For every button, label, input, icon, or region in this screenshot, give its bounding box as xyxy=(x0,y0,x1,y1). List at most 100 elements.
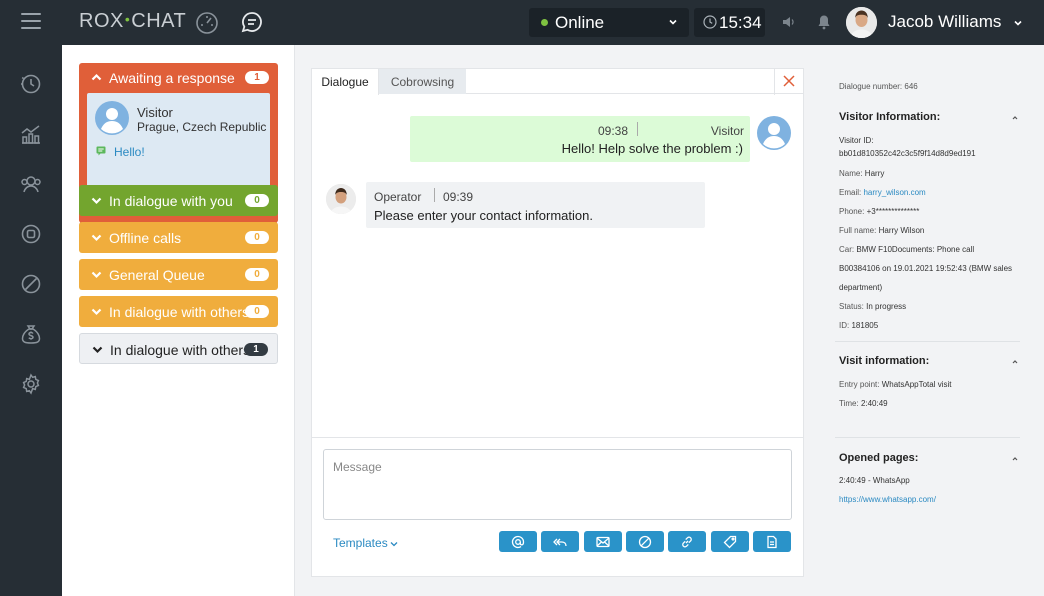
block-icon xyxy=(638,535,652,549)
opened-pages-title[interactable]: Opened pages: xyxy=(839,452,918,464)
opened-page-url[interactable]: https://www.whatsapp.com/ xyxy=(839,495,936,504)
chevron-down-icon xyxy=(91,308,102,316)
chevron-up-icon[interactable] xyxy=(1011,114,1019,122)
info-entry-row: Entry point: WhatsAppTotal visit xyxy=(839,380,952,389)
clock-icon xyxy=(703,15,717,29)
chevron-down-icon xyxy=(669,19,677,25)
queue-title: General Queue xyxy=(109,267,205,283)
link-icon xyxy=(682,536,692,548)
info-phone-row: Phone: +3************** xyxy=(839,207,920,216)
queue-count-badge: 0 xyxy=(245,231,269,244)
history-icon[interactable] xyxy=(20,73,42,95)
queue-panel: Awaiting a response 1 Visitor Prague, Cz… xyxy=(62,45,295,596)
templates-label: Templates xyxy=(333,536,388,550)
queue-in-dialogue-with-you[interactable]: In dialogue with you 0 xyxy=(79,185,278,216)
shift-clock: 15:34 xyxy=(694,8,765,37)
ban-icon[interactable] xyxy=(20,273,42,295)
queue-general[interactable]: General Queue 0 xyxy=(79,259,278,290)
visitor-id: bb01d810352c42c3c5f9f14d8d9ed191 xyxy=(839,149,976,158)
queue-in-dialogue-with-others[interactable]: In dialogue with others 0 xyxy=(79,296,278,327)
gear-icon[interactable] xyxy=(20,373,42,395)
online-dot xyxy=(541,19,548,26)
templates-dropdown[interactable]: Templates xyxy=(333,536,398,550)
chevron-down-icon xyxy=(92,346,103,354)
dialogue-panel: Dialogue Cobrowsing 09:38 Visitor Hello!… xyxy=(311,68,804,577)
bell-icon[interactable] xyxy=(817,14,831,30)
queue-title: In dialogue with you xyxy=(109,193,233,209)
logo: ROX•CHAT xyxy=(79,10,187,32)
document-icon xyxy=(767,535,777,549)
chat-icon[interactable] xyxy=(240,10,264,34)
info-car-line2: B00384106 on 19.01.2021 19:52:43 (BMW sa… xyxy=(839,264,1013,273)
info-name-row: Name: Harry xyxy=(839,169,885,178)
chevron-up-icon[interactable] xyxy=(1011,455,1019,463)
chevron-down-icon[interactable] xyxy=(1013,18,1023,28)
email-button[interactable] xyxy=(584,531,622,552)
queue-count-badge: 1 xyxy=(244,343,268,356)
info-car-line3: department) xyxy=(839,283,883,292)
document-button[interactable] xyxy=(753,531,791,552)
queue-title: In dialogue with others xyxy=(109,304,250,320)
divider xyxy=(312,437,803,438)
operator-avatar xyxy=(326,184,356,214)
visitor-id-label: Visitor ID: xyxy=(839,136,874,145)
message-sender: Operator xyxy=(374,190,422,204)
left-nav xyxy=(0,45,62,596)
message-icon xyxy=(96,146,106,156)
chevron-up-icon[interactable] xyxy=(1011,358,1019,366)
info-time-row: Time: 2:40:49 xyxy=(839,399,888,408)
at-icon xyxy=(511,535,525,549)
menu-icon[interactable] xyxy=(21,13,41,30)
tag-button[interactable] xyxy=(711,531,749,552)
stop-circle-icon[interactable] xyxy=(20,223,42,245)
message-time: 09:39 xyxy=(443,190,474,204)
visitor-avatar-icon xyxy=(757,116,791,150)
chevron-down-icon xyxy=(91,197,102,205)
sound-icon[interactable] xyxy=(781,14,797,30)
info-id-row: ID: 181805 xyxy=(839,321,879,330)
speedometer-icon[interactable] xyxy=(195,11,219,35)
queue-count-badge: 0 xyxy=(245,268,269,281)
queue-offline-calls[interactable]: Offline calls 0 xyxy=(79,222,278,253)
info-email-row: Email: harry_wilson.com xyxy=(839,188,926,197)
block-button[interactable] xyxy=(626,531,664,552)
dialogue-number: Dialogue number: 646 xyxy=(839,82,918,91)
mention-button[interactable] xyxy=(499,531,537,552)
visitor-message: 09:38 Visitor Hello! Help solve the prob… xyxy=(410,116,750,162)
top-bar: ROX•CHAT Online 15:34 Jacob Williams xyxy=(0,0,1044,45)
message-input[interactable] xyxy=(323,449,792,520)
tab-dialogue[interactable]: Dialogue xyxy=(312,69,379,95)
user-name[interactable]: Jacob Williams xyxy=(888,12,1001,32)
money-bag-icon[interactable] xyxy=(20,323,42,345)
visit-info-title[interactable]: Visit information: xyxy=(839,355,929,367)
visitor-name: Visitor xyxy=(137,105,173,120)
reply-all-button[interactable] xyxy=(541,531,579,552)
message-time: 09:38 xyxy=(597,124,628,138)
queue-awaiting-header[interactable]: Awaiting a response 1 xyxy=(79,63,278,93)
clock-time: 15:34 xyxy=(719,13,762,32)
chevron-up-icon xyxy=(91,73,102,81)
email-link[interactable]: harry_wilson.com xyxy=(863,188,925,197)
queue-in-dialogue-with-others-2[interactable]: In dialogue with others 1 xyxy=(79,333,278,364)
status-select[interactable]: Online xyxy=(529,8,689,37)
link-button[interactable] xyxy=(668,531,706,552)
queue-count-badge: 0 xyxy=(245,194,269,207)
operator-message: Operator 09:39 Please enter your contact… xyxy=(366,182,705,228)
user-avatar[interactable] xyxy=(846,7,877,38)
users-icon[interactable] xyxy=(20,173,42,195)
info-car-row: Car: BMW F10Documents: Phone call xyxy=(839,245,975,254)
visitor-location: Prague, Czech Republic xyxy=(137,120,267,134)
message-text: Hello! Help solve the problem :) xyxy=(561,141,743,156)
message-sender: Visitor xyxy=(710,124,744,138)
info-fullname-row: Full name: Harry Wilson xyxy=(839,226,925,235)
chevron-down-icon xyxy=(91,271,102,279)
close-button[interactable] xyxy=(774,69,803,95)
divider xyxy=(835,341,1020,342)
visitor-info-title[interactable]: Visitor Information: xyxy=(839,111,940,123)
mail-icon xyxy=(596,536,610,548)
queue-count-badge: 0 xyxy=(245,305,269,318)
tab-cobrowsing[interactable]: Cobrowsing xyxy=(379,69,466,94)
statistics-icon[interactable] xyxy=(20,123,42,145)
separator xyxy=(434,188,435,202)
separator xyxy=(637,122,638,136)
